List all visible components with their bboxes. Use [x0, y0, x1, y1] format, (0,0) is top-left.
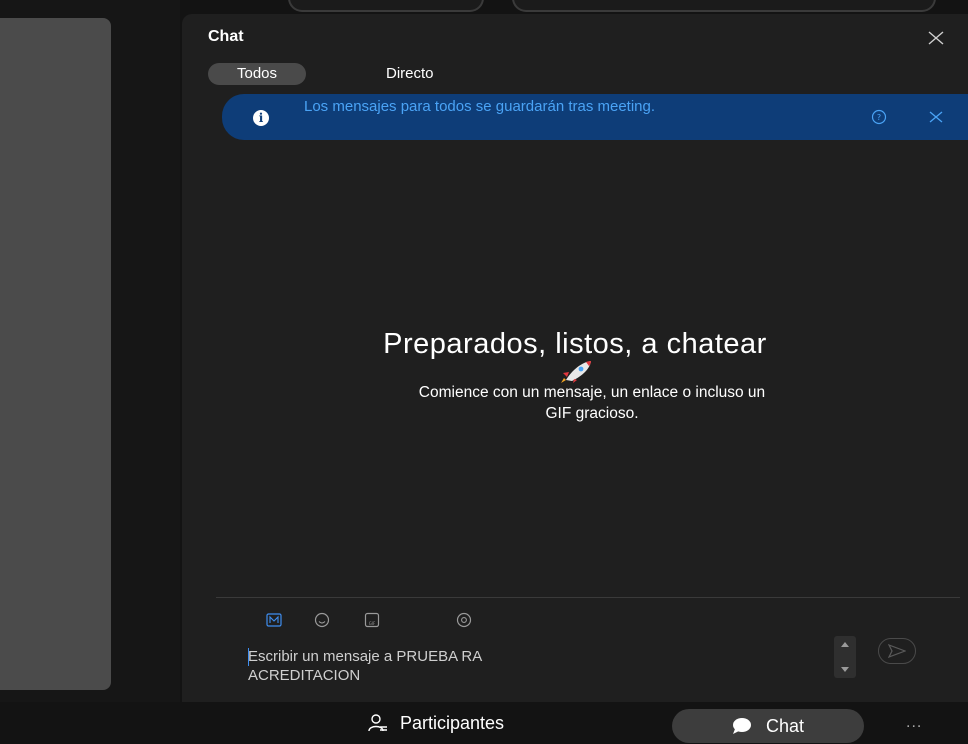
message-input-placeholder: ACREDITACION: [248, 667, 361, 684]
scroll-up-icon[interactable]: [840, 640, 850, 648]
video-panel: [0, 18, 111, 690]
dismiss-banner-button[interactable]: [926, 107, 946, 127]
emoji-icon: [314, 612, 330, 628]
close-chat-button[interactable]: [924, 26, 948, 50]
participants-icon: [368, 714, 387, 732]
send-icon: [888, 644, 906, 658]
help-button[interactable]: ?: [869, 107, 889, 127]
participants-label: Participantes: [400, 712, 505, 733]
mention-button[interactable]: [456, 612, 472, 628]
gif-button[interactable]: GIF: [364, 612, 380, 628]
close-icon: [929, 111, 943, 123]
composer-divider: [216, 597, 960, 598]
markdown-icon: [266, 613, 282, 627]
top-control-pill: [288, 0, 484, 12]
empty-state-subtitle-line: Comience con un mensaje, un enlace o inc…: [418, 384, 766, 401]
chat-label: Chat: [765, 715, 805, 736]
chat-panel: Chat Todos Directo i Los mensajes para t…: [182, 14, 968, 702]
info-banner: i Los mensajes para todos se guardarán t…: [222, 94, 968, 140]
chat-bubble-icon: [732, 718, 751, 734]
svg-text:?: ?: [877, 113, 881, 122]
empty-state-subtitle: Comience con un mensaje, un enlace o inc…: [242, 382, 942, 424]
composer-scrollbar[interactable]: [834, 636, 856, 678]
info-icon: i: [253, 110, 269, 126]
empty-state-title: Preparados, listos, a chatear: [383, 328, 767, 360]
empty-state-subtitle-line: GIF gracioso.: [545, 405, 639, 422]
send-button[interactable]: [878, 638, 916, 664]
top-control-pill: [512, 0, 936, 12]
close-icon: [928, 31, 944, 45]
meeting-controls-bar: Participantes Chat ...: [0, 702, 968, 744]
scroll-down-icon[interactable]: [840, 666, 850, 674]
participants-button[interactable]: Participantes: [368, 707, 504, 739]
svg-text:GIF: GIF: [369, 621, 376, 626]
mention-icon: [456, 612, 472, 628]
rocket-icon: [561, 361, 591, 383]
markdown-button[interactable]: [266, 612, 282, 628]
help-icon: ?: [871, 109, 887, 125]
emoji-button[interactable]: [314, 612, 330, 628]
tab-todos[interactable]: Todos: [208, 63, 306, 85]
banner-text: Los mensajes para todos se guardarán tra…: [304, 98, 656, 115]
message-input-placeholder: Escribir un mensaje a PRUEBA RA: [248, 648, 483, 665]
gif-icon: GIF: [364, 612, 380, 628]
more-options-button[interactable]: ...: [906, 714, 922, 732]
message-input[interactable]: Escribir un mensaje a PRUEBA RA ACREDITA…: [248, 647, 808, 685]
chat-button[interactable]: Chat: [672, 709, 864, 743]
chat-title: Chat: [208, 28, 244, 45]
tab-directo[interactable]: Directo: [386, 63, 434, 85]
